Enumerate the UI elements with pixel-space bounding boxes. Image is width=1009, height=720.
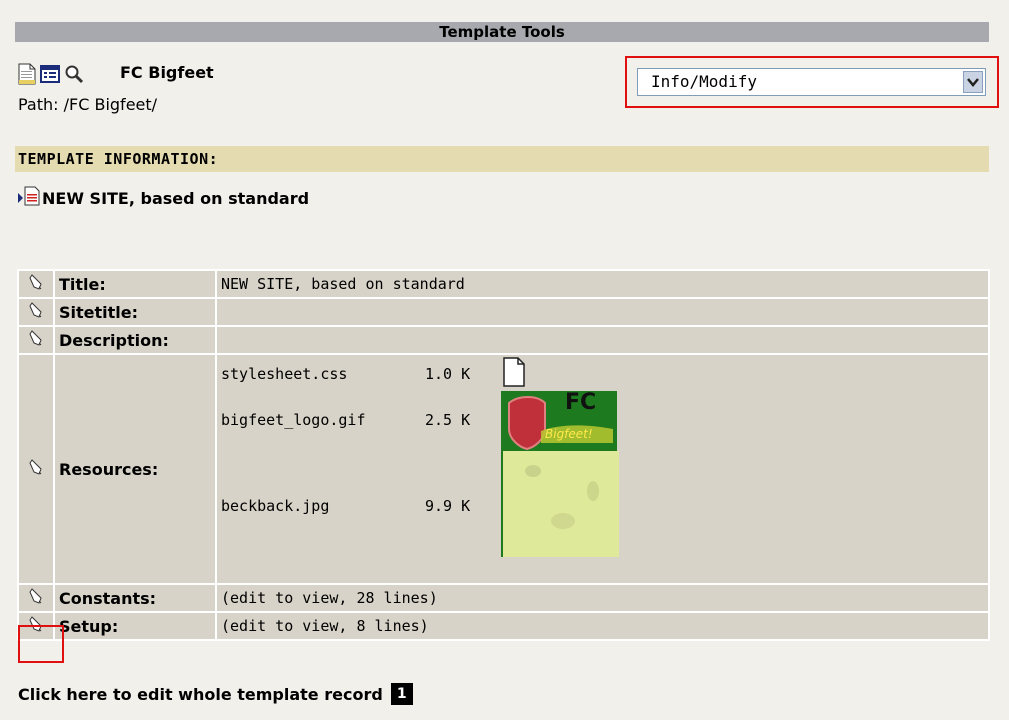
logo-sub-text: Bigfeet! <box>545 427 593 441</box>
pencil-icon[interactable] <box>29 274 43 294</box>
resource-size: 9.9 K <box>425 497 471 515</box>
table-row: Title: NEW SITE, based on standard <box>17 269 990 299</box>
template-tools-header: Template Tools <box>15 22 989 42</box>
title-value: NEW SITE, based on standard <box>215 269 990 299</box>
template-icon[interactable] <box>24 186 40 210</box>
resource-size: 1.0 K <box>425 365 471 383</box>
constants-label: Constants: <box>53 583 217 613</box>
function-menu-highlight: Info/Modify <box>625 56 999 108</box>
setup-label: Setup: <box>53 611 217 641</box>
title-label: Title: <box>53 269 217 299</box>
sitetitle-label: Sitetitle: <box>53 297 217 327</box>
sitetitle-value <box>215 297 990 327</box>
chevron-down-icon[interactable] <box>963 71 983 93</box>
edit-constants-cell[interactable] <box>17 583 55 613</box>
template-information-heading: TEMPLATE INFORMATION: <box>15 146 989 172</box>
table-row: Description: <box>17 325 990 355</box>
resource-filename: bigfeet_logo.gif <box>221 411 366 429</box>
site-path: Path: /FC Bigfeet/ <box>18 95 158 114</box>
site-title: FC Bigfeet <box>120 63 214 82</box>
page-icon[interactable] <box>18 63 36 89</box>
function-menu-select[interactable]: Info/Modify <box>637 68 986 96</box>
edit-title-cell[interactable] <box>17 269 55 299</box>
resources-label: Resources: <box>53 353 217 585</box>
logo-fc-text: FC <box>565 390 597 415</box>
background-image <box>525 465 599 529</box>
table-row: Resources: stylesheet.css 1.0 K bigfeet_… <box>17 353 990 585</box>
list-view-icon[interactable] <box>40 64 60 88</box>
pencil-icon[interactable] <box>29 588 43 608</box>
setup-value: (edit to view, 8 lines) <box>215 611 990 641</box>
resource-filename: stylesheet.css <box>221 365 348 383</box>
pencil-icon[interactable] <box>29 459 43 479</box>
description-label: Description: <box>53 325 217 355</box>
template-record[interactable]: NEW SITE, based on standard <box>18 186 309 210</box>
edit-description-cell[interactable] <box>17 325 55 355</box>
table-row: Constants: (edit to view, 28 lines) <box>17 583 990 613</box>
table-row: Sitetitle: <box>17 297 990 327</box>
file-icon <box>503 357 525 391</box>
pencil-icon[interactable] <box>29 330 43 350</box>
resource-size: 2.5 K <box>425 411 471 429</box>
resources-list: stylesheet.css 1.0 K bigfeet_logo.gif 2.… <box>217 355 988 583</box>
constants-value: (edit to view, 28 lines) <box>215 583 990 613</box>
template-name: NEW SITE, based on standard <box>42 188 310 208</box>
edit-whole-record-text: Click here to edit whole template record <box>18 684 383 704</box>
edit-resources-cell[interactable] <box>17 353 55 585</box>
resources-value: stylesheet.css 1.0 K bigfeet_logo.gif 2.… <box>215 353 990 585</box>
pencil-icon[interactable] <box>29 302 43 322</box>
search-icon[interactable] <box>64 64 84 88</box>
page-icons <box>18 63 84 89</box>
setup-edit-highlight <box>18 625 64 663</box>
edit-whole-record-link[interactable]: Click here to edit whole template record… <box>18 683 413 705</box>
background-thumbnail <box>501 451 619 557</box>
logo-thumbnail: FC Bigfeet! <box>501 391 617 451</box>
resource-filename: beckback.jpg <box>221 497 330 515</box>
edit-sitetitle-cell[interactable] <box>17 297 55 327</box>
logo-image <box>508 396 613 451</box>
description-value <box>215 325 990 355</box>
template-info-table: Title: NEW SITE, based on standard Sitet… <box>17 269 990 641</box>
record-count-badge: 1 <box>390 683 413 705</box>
function-menu-value: Info/Modify <box>651 72 757 91</box>
table-row: Setup: (edit to view, 8 lines) <box>17 611 990 641</box>
